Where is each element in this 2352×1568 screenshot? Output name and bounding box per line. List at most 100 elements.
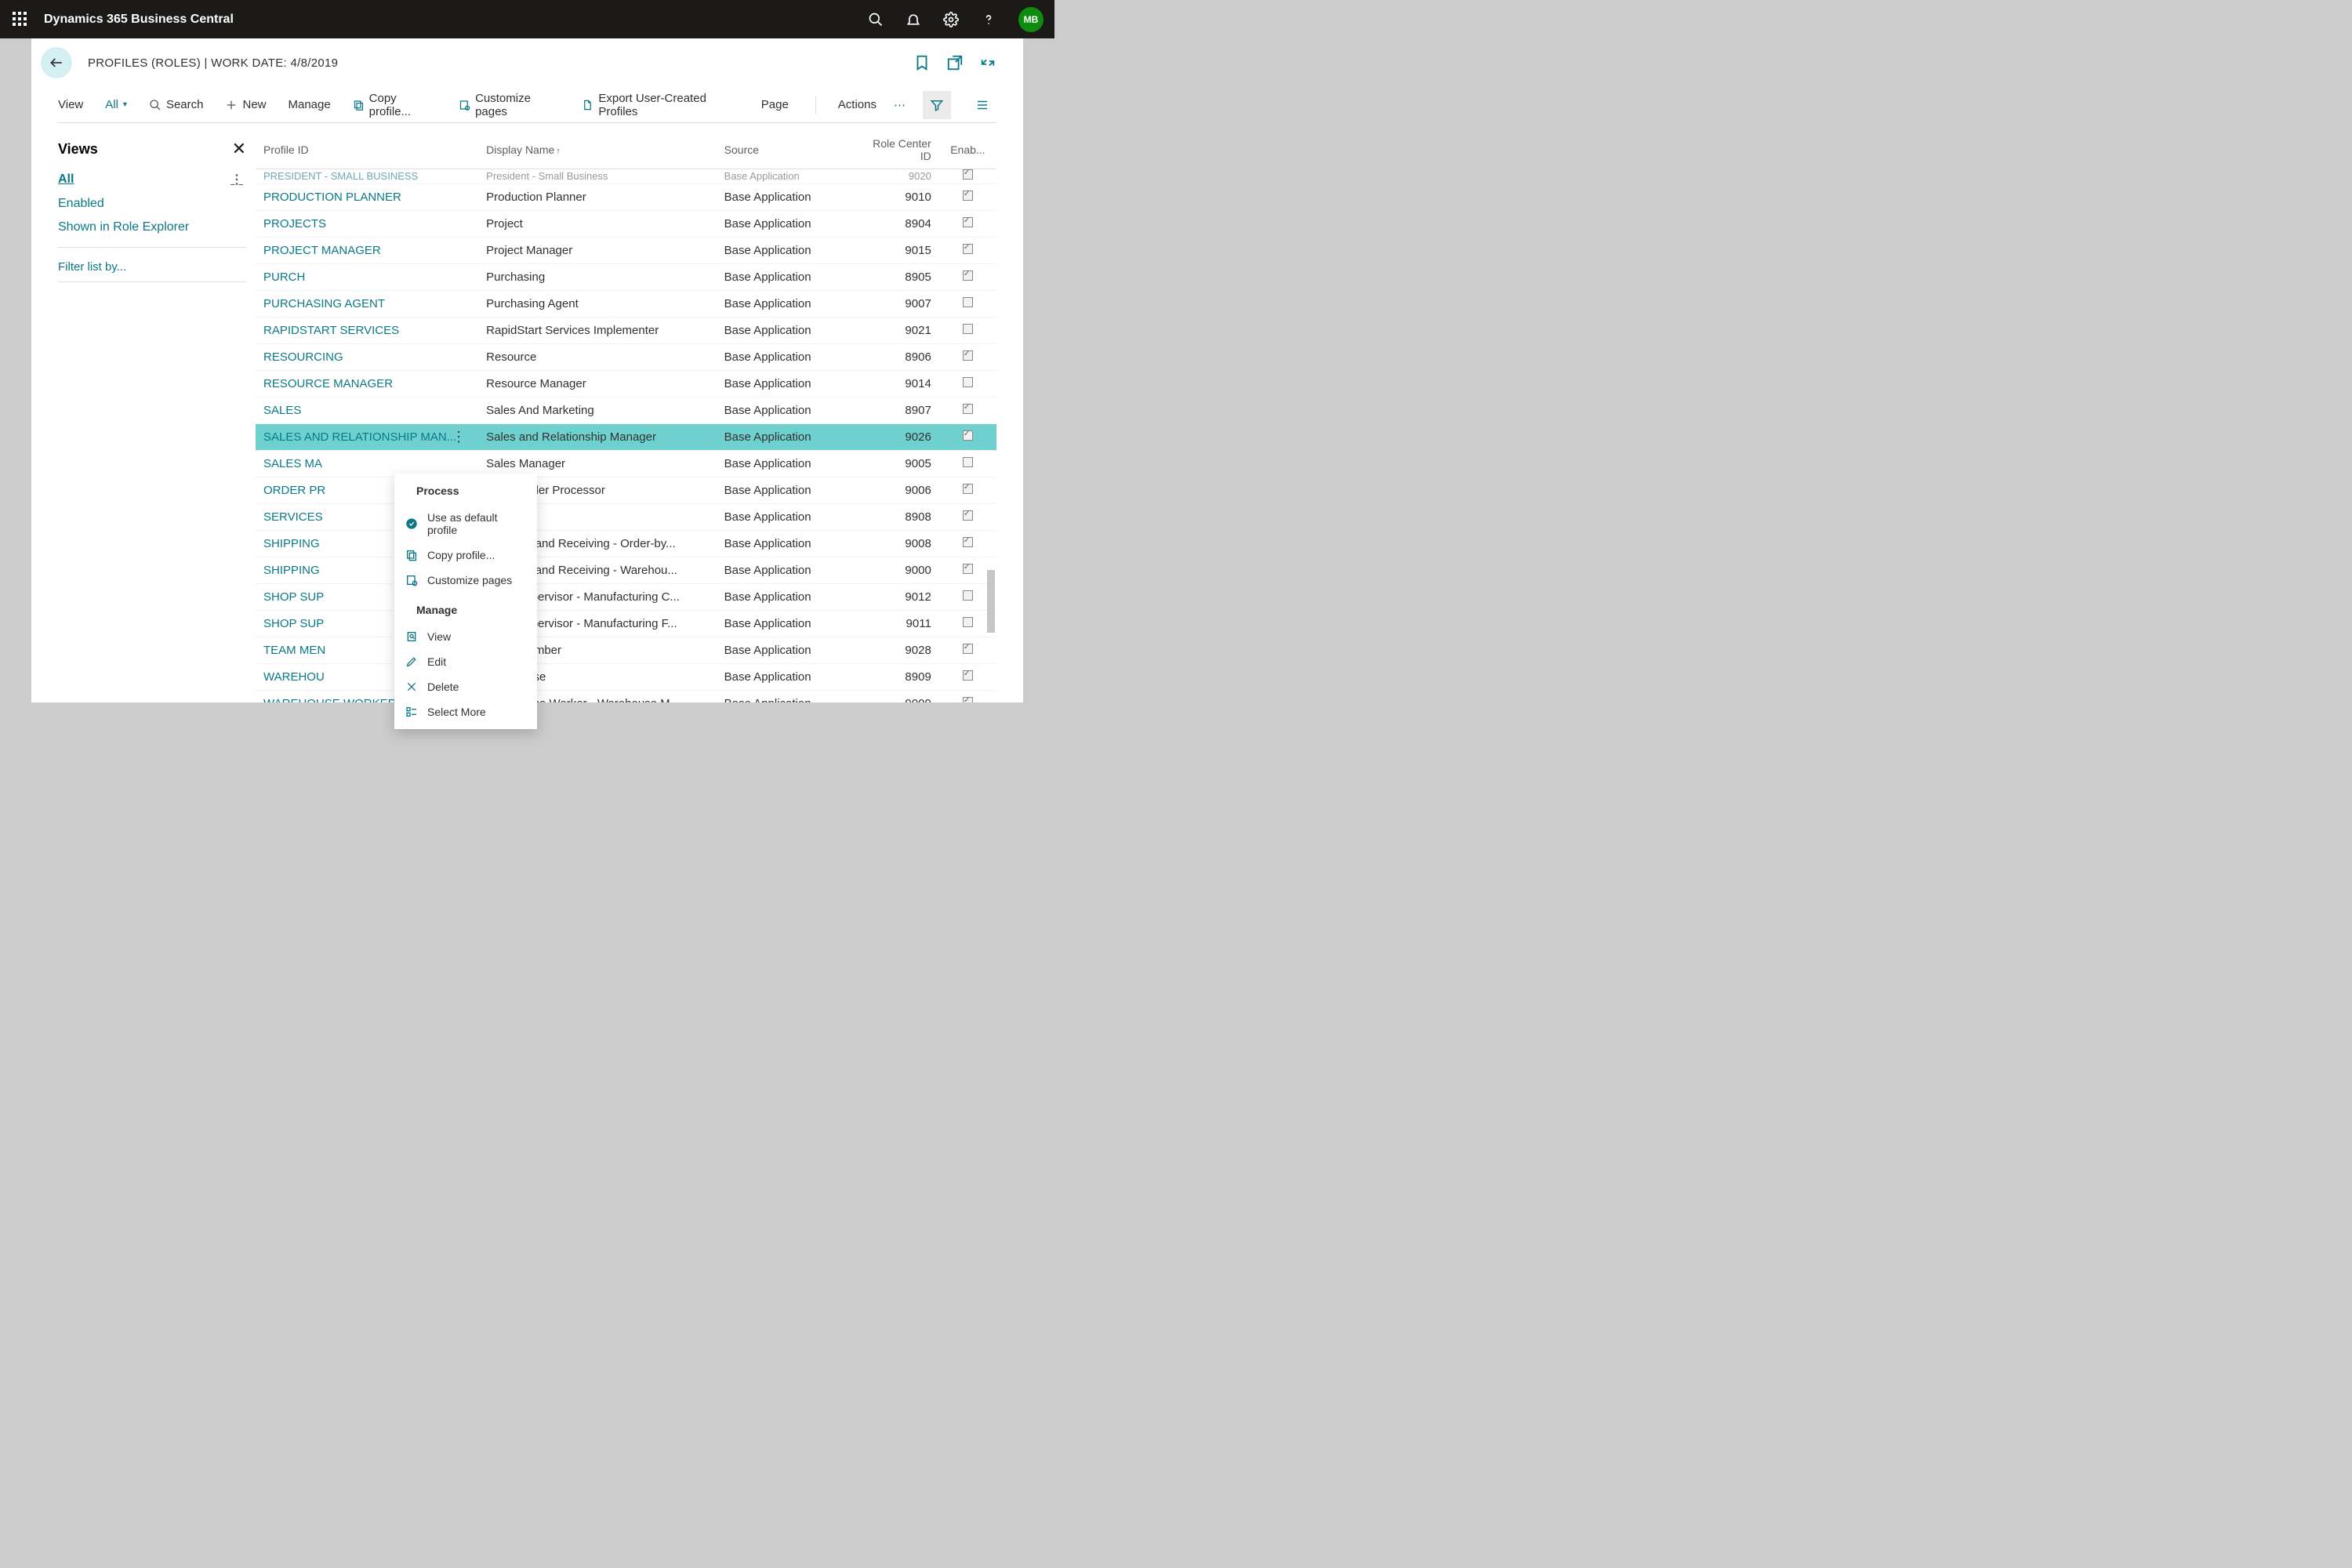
app-launcher-icon[interactable] (13, 12, 28, 27)
cell-source: Base Application (717, 238, 859, 264)
cell-enabled[interactable] (939, 664, 996, 691)
cell-role-center: 9006 (859, 477, 939, 504)
export-profiles-label: Export User-Created Profiles (598, 92, 739, 118)
cell-role-center: 8906 (859, 344, 939, 371)
more-actions-icon[interactable]: ⋯ (894, 98, 906, 112)
settings-gear-icon[interactable] (943, 12, 959, 27)
close-views-icon[interactable]: ✕ (232, 139, 246, 159)
view-item-label: Enabled (58, 197, 104, 211)
col-profile-id[interactable]: Profile ID (256, 131, 478, 169)
cell-enabled[interactable] (939, 211, 996, 238)
table-row[interactable]: TEAM MEN Team Member Base Application 90… (256, 637, 996, 664)
ctx-customize-pages[interactable]: Customize pages (394, 568, 537, 593)
table-row[interactable]: SERVICES Service Base Application 8908 (256, 504, 996, 531)
cell-profile-id[interactable]: SALES AND RELATIONSHIP MAN...⋮ (256, 424, 478, 451)
view-item[interactable]: All⋮ (58, 167, 246, 192)
search-command[interactable]: Search (149, 98, 204, 111)
cell-profile-id[interactable]: PURCHASING AGENT (256, 291, 478, 318)
table-row[interactable]: PURCHASING AGENT Purchasing Agent Base A… (256, 291, 996, 318)
page-command[interactable]: Page (761, 98, 789, 111)
cell-profile-id[interactable]: PURCH (256, 264, 478, 291)
copy-profile-command[interactable]: Copy profile... (353, 92, 437, 118)
view-item-menu-icon[interactable]: ⋮ (227, 172, 246, 187)
cell-source: Base Application (717, 318, 859, 344)
row-actions-icon[interactable]: ⋮ (447, 430, 470, 444)
top-nav-bar: Dynamics 365 Business Central MB (0, 0, 1054, 38)
col-display-name[interactable]: Display Name↑ (478, 131, 717, 169)
ctx-copy-profile[interactable]: Copy profile... (394, 543, 537, 568)
ctx-use-default[interactable]: Use as default profile (394, 505, 537, 543)
cell-enabled[interactable] (939, 238, 996, 264)
actions-command[interactable]: Actions (838, 98, 877, 111)
table-row[interactable]: WAREHOU Warehouse Base Application 8909 (256, 664, 996, 691)
cell-display-name: Project Manager (478, 238, 717, 264)
divider (58, 247, 246, 248)
col-enabled[interactable]: Enab... (939, 131, 996, 169)
ctx-edit[interactable]: Edit (394, 649, 537, 674)
cell-role-center: 9012 (859, 584, 939, 611)
cell-profile-id[interactable]: RESOURCE MANAGER (256, 371, 478, 397)
table-row[interactable]: SALES AND RELATIONSHIP MAN...⋮ Sales and… (256, 424, 996, 451)
cell-profile-id[interactable]: PROJECTS (256, 211, 478, 238)
collapse-icon[interactable] (979, 54, 996, 71)
list-view-icon[interactable] (968, 91, 996, 119)
view-mode[interactable]: View (58, 98, 83, 111)
cell-enabled[interactable] (939, 184, 996, 211)
cell-profile-id[interactable]: SALES (256, 397, 478, 424)
ctx-delete[interactable]: Delete (394, 674, 537, 699)
cell-profile-id[interactable]: RESOURCING (256, 344, 478, 371)
table-row[interactable]: SHIPPING Shipping and Receiving - Order-… (256, 531, 996, 557)
cell-enabled[interactable] (939, 264, 996, 291)
views-pane: Views ✕ All⋮EnabledShown in Role Explore… (58, 131, 256, 702)
new-label: New (242, 98, 266, 111)
table-row[interactable]: SHIPPING Shipping and Receiving - Wareho… (256, 557, 996, 584)
table-row[interactable]: SHOP SUP Shop Supervisor - Manufacturing… (256, 611, 996, 637)
manage-command[interactable]: Manage (289, 98, 331, 111)
cell-profile-id[interactable]: PRODUCTION PLANNER (256, 184, 478, 211)
col-role-center[interactable]: Role Center ID (859, 131, 939, 169)
table-row[interactable]: PRODUCTION PLANNER Production Planner Ba… (256, 184, 996, 211)
filter-icon[interactable] (923, 91, 951, 119)
command-bar: View All ▾ Search New Manage Copy profil… (58, 87, 996, 123)
table-row[interactable]: SALES Sales And Marketing Base Applicati… (256, 397, 996, 424)
filter-list-by[interactable]: Filter list by... (58, 256, 246, 274)
cell-role-center: 9007 (859, 291, 939, 318)
cell-source: Base Application (717, 557, 859, 584)
user-avatar[interactable]: MB (1018, 7, 1044, 32)
table-row[interactable]: SALES MA Sales Manager Base Application … (256, 451, 996, 477)
ctx-select-more[interactable]: Select More (394, 699, 537, 724)
table-row[interactable]: RESOURCE MANAGER Resource Manager Base A… (256, 371, 996, 397)
help-icon[interactable] (981, 12, 996, 27)
table-row[interactable]: WAREHOUSE WORKER - WMS Warehouse Worker … (256, 691, 996, 703)
popout-icon[interactable] (946, 54, 964, 71)
scrollbar[interactable] (982, 288, 996, 648)
cell-profile-id[interactable]: PROJECT MANAGER (256, 238, 478, 264)
table-row[interactable]: RAPIDSTART SERVICES RapidStart Services … (256, 318, 996, 344)
ctx-section-process: Process (394, 474, 537, 505)
table-row[interactable]: PRESIDENT - SMALL BUSINESSPresident - Sm… (256, 169, 996, 184)
search-icon[interactable] (868, 12, 884, 27)
table-row[interactable]: PROJECTS Project Base Application 8904 (256, 211, 996, 238)
cell-display-name: Production Planner (478, 184, 717, 211)
view-item[interactable]: Enabled (58, 192, 246, 216)
new-command[interactable]: New (225, 98, 266, 111)
table-row[interactable]: RESOURCING Resource Base Application 890… (256, 344, 996, 371)
table-row[interactable]: SHOP SUP Shop Supervisor - Manufacturing… (256, 584, 996, 611)
scope-all[interactable]: All ▾ (105, 98, 127, 111)
view-item[interactable]: Shown in Role Explorer (58, 216, 246, 239)
cell-display-name: Purchasing Agent (478, 291, 717, 318)
table-row[interactable]: PURCH Purchasing Base Application 8905 (256, 264, 996, 291)
bookmark-icon[interactable] (913, 54, 931, 71)
notifications-icon[interactable] (906, 12, 921, 27)
export-profiles-command[interactable]: Export User-Created Profiles (582, 92, 739, 118)
table-row[interactable]: ORDER PR Sales Order Processor Base Appl… (256, 477, 996, 504)
cell-enabled[interactable] (939, 691, 996, 703)
col-source[interactable]: Source (717, 131, 859, 169)
back-button[interactable] (41, 47, 72, 78)
ctx-view[interactable]: View (394, 624, 537, 649)
customize-pages-command[interactable]: Customize pages (459, 92, 560, 118)
cell-source: Base Application (717, 477, 859, 504)
cell-profile-id[interactable]: RAPIDSTART SERVICES (256, 318, 478, 344)
cell-role-center: 9011 (859, 611, 939, 637)
table-row[interactable]: PROJECT MANAGER Project Manager Base App… (256, 238, 996, 264)
